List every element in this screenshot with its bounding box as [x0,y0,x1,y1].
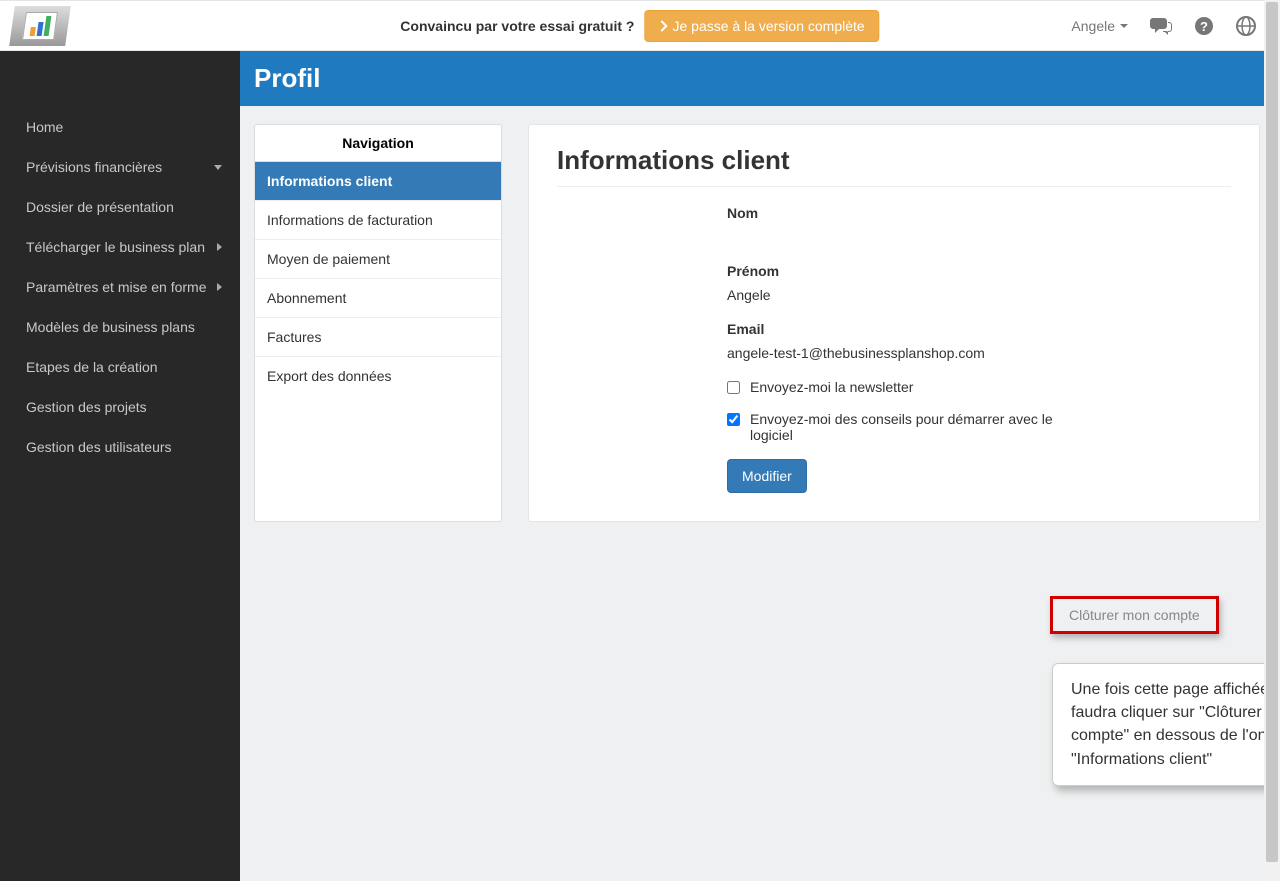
user-name: Angele [1071,18,1115,34]
profile-nav-payment-method[interactable]: Moyen de paiement [255,240,501,279]
close-account-link[interactable]: Clôturer mon compte [1050,596,1219,634]
client-info-card: Informations client Nom Prénom Angele Em… [528,124,1260,522]
main-area: Profil Navigation Informations client In… [240,51,1280,881]
upgrade-button[interactable]: Je passe à la version complète [644,10,879,42]
sidebar-item-home[interactable]: Home [0,107,240,147]
client-info-heading: Informations client [557,145,1231,176]
sidebar-item-forecasts[interactable]: Prévisions financières [0,147,240,187]
profile-nav-header: Navigation [255,125,501,162]
modify-button-label: Modifier [742,468,792,484]
sidebar-item-label: Télécharger le business plan [26,239,205,255]
email-label: Email [727,321,1087,337]
sidebar-item-label: Prévisions financières [26,159,162,175]
profile-nav-invoices[interactable]: Factures [255,318,501,357]
sidebar-item-download-bp[interactable]: Télécharger le business plan [0,227,240,267]
sidebar-item-label: Etapes de la création [26,359,158,375]
help-tooltip: Une fois cette page affichée, il vous fa… [1052,663,1280,786]
chevron-right-icon [659,20,668,32]
sidebar-item-label: Gestion des projets [26,399,147,415]
nom-label: Nom [727,205,1087,221]
profile-nav-panel: Navigation Informations client Informati… [254,124,502,522]
profile-nav-data-export[interactable]: Export des données [255,357,501,395]
prenom-label: Prénom [727,263,1087,279]
modify-button[interactable]: Modifier [727,459,807,493]
upgrade-button-label: Je passe à la version complète [672,18,864,34]
globe-icon[interactable] [1236,16,1256,36]
sidebar-item-label: Gestion des utilisateurs [26,439,172,455]
trial-text: Convaincu par votre essai gratuit ? [400,18,634,34]
scrollbar-thumb[interactable] [1266,2,1278,862]
chevron-right-icon [217,243,222,251]
svg-text:?: ? [1200,19,1208,34]
sidebar-item-templates[interactable]: Modèles de business plans [0,307,240,347]
app-logo[interactable] [9,6,71,46]
chevron-down-icon [214,165,222,170]
user-menu[interactable]: Angele [1071,18,1128,34]
chevron-right-icon [217,283,222,291]
prenom-value: Angele [727,287,1087,303]
sidebar-item-label: Paramètres et mise en forme [26,279,207,295]
email-value: angele-test-1@thebusinessplanshop.com [727,345,1087,361]
profile-nav-client-info[interactable]: Informations client [255,162,501,201]
topbar: Convaincu par votre essai gratuit ? Je p… [0,0,1280,51]
close-account-label: Clôturer mon compte [1069,607,1200,623]
sidebar-item-label: Dossier de présentation [26,199,174,215]
caret-down-icon [1120,24,1128,28]
profile-nav-subscription[interactable]: Abonnement [255,279,501,318]
chat-icon[interactable] [1150,17,1172,35]
sidebar-item-projects[interactable]: Gestion des projets [0,387,240,427]
sidebar: Home Prévisions financières Dossier de p… [0,51,240,881]
help-icon[interactable]: ? [1194,16,1214,36]
sidebar-item-presentation[interactable]: Dossier de présentation [0,187,240,227]
newsletter-checkbox[interactable] [727,381,740,394]
sidebar-item-label: Home [26,119,63,135]
tips-checkbox[interactable] [727,413,740,426]
vertical-scrollbar[interactable] [1264,0,1280,881]
tips-label: Envoyez-moi des conseils pour démarrer a… [750,411,1087,443]
profile-nav-billing-info[interactable]: Informations de facturation [255,201,501,240]
nom-value [727,229,1087,245]
newsletter-label: Envoyez-moi la newsletter [750,379,913,395]
sidebar-item-settings[interactable]: Paramètres et mise en forme [0,267,240,307]
help-tooltip-text: Une fois cette page affichée, il vous fa… [1071,681,1280,768]
page-title: Profil [240,51,1274,106]
sidebar-item-creation-steps[interactable]: Etapes de la création [0,347,240,387]
sidebar-item-users[interactable]: Gestion des utilisateurs [0,427,240,467]
sidebar-item-label: Modèles de business plans [26,319,195,335]
